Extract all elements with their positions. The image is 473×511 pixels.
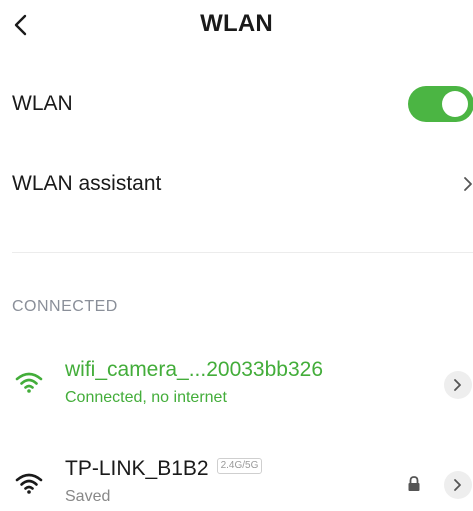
network-status: Saved (65, 488, 111, 505)
divider (12, 252, 473, 253)
network-status: Connected, no internet (65, 389, 227, 406)
network-item-tp-link[interactable]: TP-LINK_B1B2 2.4G/5G Saved (0, 455, 473, 511)
chevron-right-icon (454, 479, 461, 491)
network-name-line: TP-LINK_B1B2 2.4G/5G (65, 457, 263, 481)
network-details-button[interactable] (444, 371, 472, 399)
network-item-wifi-camera[interactable]: wifi_camera_...20033bb326 Connected, no … (0, 356, 473, 416)
wlan-assistant-label: WLAN assistant (12, 172, 162, 195)
wlan-label: WLAN (12, 92, 73, 115)
chevron-right-icon (454, 379, 461, 391)
wlan-settings-screen: WLAN WLAN WLAN assistant CONNECTED wifi_… (0, 0, 473, 511)
wlan-toggle-row: WLAN (0, 78, 473, 130)
wifi-icon (15, 473, 43, 494)
chevron-right-icon (464, 177, 472, 191)
network-details-button[interactable] (444, 471, 472, 499)
wlan-toggle[interactable] (408, 86, 473, 122)
page-title: WLAN (200, 10, 273, 37)
network-name: TP-LINK_B1B2 (65, 457, 209, 480)
wlan-assistant-row[interactable]: WLAN assistant (0, 162, 473, 208)
header: WLAN (0, 0, 473, 50)
band-badge: 2.4G/5G (216, 458, 263, 475)
connected-section-header: CONNECTED (12, 298, 118, 315)
toggle-knob (442, 91, 468, 117)
lock-icon (408, 476, 420, 491)
network-name: wifi_camera_...20033bb326 (65, 358, 324, 381)
wifi-icon (15, 372, 43, 393)
